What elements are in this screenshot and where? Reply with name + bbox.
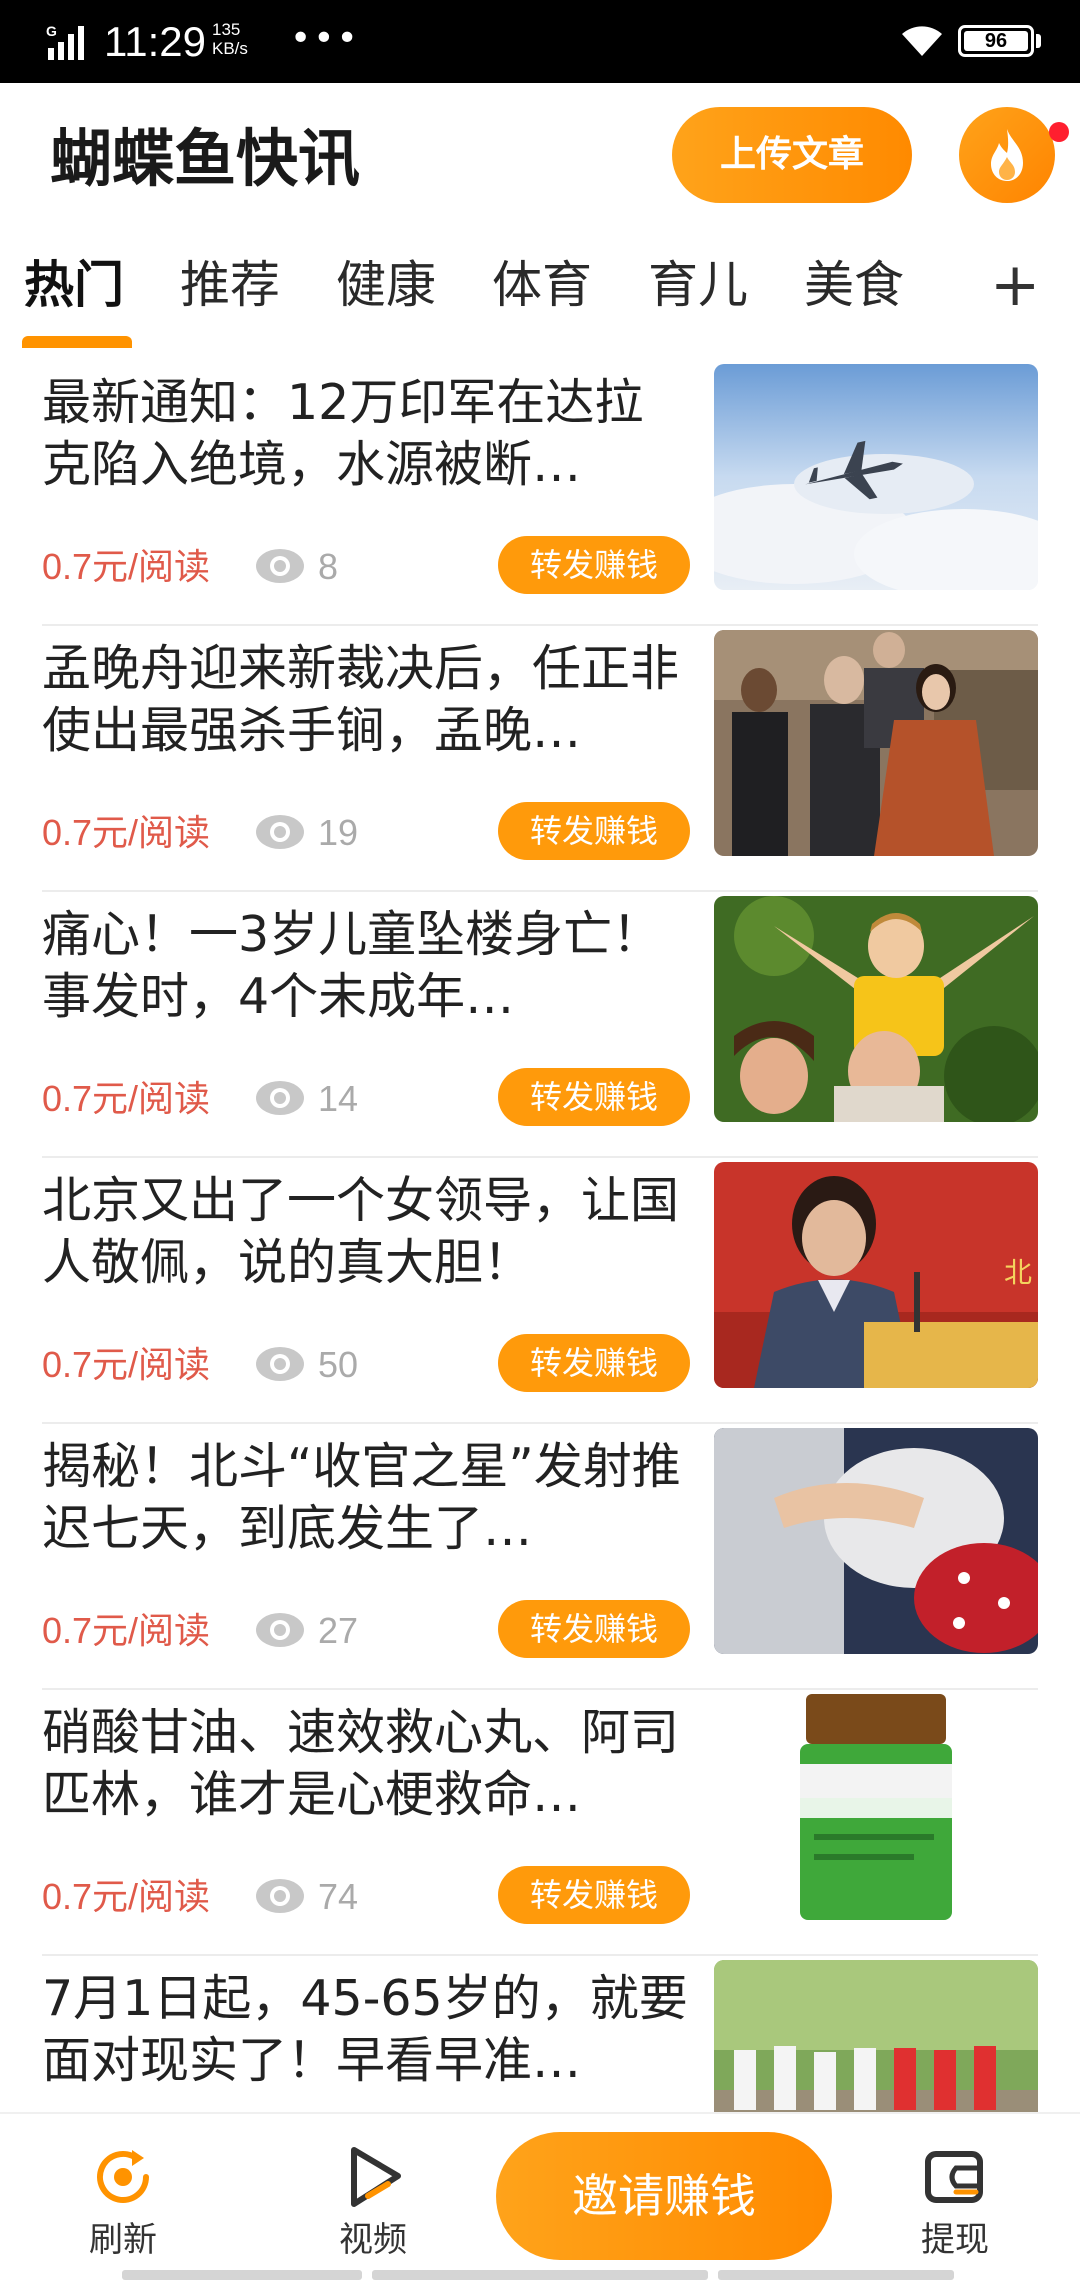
news-item[interactable]: 北京又出了一个女领导，让国人敬佩，说的真大胆！ 0.7元/阅读 50 转发赚钱 … [0, 1160, 1080, 1426]
view-count: 8 [318, 546, 339, 587]
news-feed[interactable]: 最新通知：12万印军在达拉克陷入绝境，水源被断… 0.7元/阅读 8 转发赚钱 [0, 352, 1080, 2112]
news-item[interactable]: 孟晚舟迎来新裁决后，任正非使出最强杀手锏，孟晚… 0.7元/阅读 19 转发赚钱 [0, 628, 1080, 894]
tab-food[interactable]: 美食 [804, 250, 904, 320]
item-divider [42, 1156, 1038, 1158]
news-item[interactable]: 7月1日起，45-65岁的，就要面对现实了！早看早准… [0, 1958, 1080, 2112]
active-tab-indicator [22, 336, 132, 348]
app-title: 蝴蝶鱼快讯 [50, 122, 361, 195]
view-count: 74 [318, 1876, 359, 1917]
battery-level: 96 [984, 30, 1008, 52]
reward-price: 0.7元/阅读 [42, 812, 211, 853]
status-bar: G 11:29 135 KB/s ••• 96 [0, 0, 1080, 83]
news-thumbnail[interactable] [714, 1694, 1038, 1920]
news-title[interactable]: 最新通知：12万印军在达拉克陷入绝境，水源被断… [42, 372, 692, 496]
tab-health[interactable]: 健康 [336, 250, 436, 320]
signal-icon: G [46, 23, 84, 60]
battery-icon: 96 [958, 25, 1034, 57]
tab-parenting[interactable]: 育儿 [648, 250, 748, 320]
invite-earn-button[interactable]: 邀请赚钱 [496, 2132, 832, 2260]
news-thumbnail[interactable] [714, 1428, 1038, 1654]
home-indicator-segment [718, 2270, 954, 2280]
share-earn-button[interactable]: 转发赚钱 [498, 536, 690, 594]
tab-recommend[interactable]: 推荐 [180, 250, 280, 320]
reward-price: 0.7元/阅读 [42, 1876, 211, 1917]
news-title[interactable]: 揭秘！北斗“收官之星”发射推迟七天，到底发生了… [42, 1436, 692, 1560]
clock: 11:29 [104, 18, 206, 65]
news-thumbnail[interactable]: 北 [714, 1162, 1038, 1388]
app-header: 蝴蝶鱼快讯 上传文章 [0, 83, 1080, 233]
home-indicator-segment [122, 2270, 362, 2280]
refresh-icon [97, 2150, 149, 2203]
nav-video-label: 视频 [339, 2220, 407, 2260]
news-item[interactable]: 揭秘！北斗“收官之星”发射推迟七天，到底发生了… 0.7元/阅读 27 转发赚钱 [0, 1426, 1080, 1692]
category-tabs: 热门 推荐 健康 体育 育儿 美食 + [0, 240, 1080, 352]
eye-icon [256, 549, 304, 583]
news-title[interactable]: 北京又出了一个女领导，让国人敬佩，说的真大胆！ [42, 1170, 692, 1294]
item-divider [42, 890, 1038, 892]
svg-text:G: G [46, 23, 57, 39]
view-count: 14 [318, 1078, 359, 1119]
nav-withdraw-label: 提现 [921, 2220, 989, 2260]
notification-dot [1049, 122, 1069, 142]
play-icon [351, 2147, 401, 2207]
news-thumbnail[interactable] [714, 1960, 1038, 2112]
hot-button[interactable] [959, 107, 1055, 203]
nav-video[interactable]: 视频 [308, 2132, 438, 2272]
network-speed: 135 KB/s [212, 20, 248, 58]
news-thumbnail[interactable] [714, 630, 1038, 856]
battery-cap [1036, 34, 1041, 48]
eye-icon [256, 1613, 304, 1647]
view-count: 19 [318, 812, 359, 853]
tab-sports[interactable]: 体育 [492, 250, 592, 320]
item-divider [42, 624, 1038, 626]
eye-icon [256, 815, 304, 849]
item-divider [42, 1688, 1038, 1690]
tab-hot[interactable]: 热门 [24, 250, 124, 320]
share-earn-button[interactable]: 转发赚钱 [498, 1068, 690, 1126]
share-earn-button[interactable]: 转发赚钱 [498, 802, 690, 860]
news-item[interactable]: 最新通知：12万印军在达拉克陷入绝境，水源被断… 0.7元/阅读 8 转发赚钱 [0, 362, 1080, 628]
view-count: 27 [318, 1610, 359, 1651]
share-earn-button[interactable]: 转发赚钱 [498, 1866, 690, 1924]
reward-price: 0.7元/阅读 [42, 1610, 211, 1651]
news-title[interactable]: 痛心！一3岁儿童坠楼身亡！事发时，4个未成年… [42, 904, 692, 1028]
upload-article-button[interactable]: 上传文章 [672, 107, 912, 203]
wifi-icon [902, 26, 942, 56]
news-thumbnail[interactable] [714, 896, 1038, 1122]
item-divider [42, 1422, 1038, 1424]
svg-text:北: 北 [1004, 1256, 1032, 1289]
bottom-navigation: 刷新 视频 邀请赚钱 提现 [0, 2112, 1080, 2280]
news-title[interactable]: 孟晚舟迎来新裁决后，任正非使出最强杀手锏，孟晚… [42, 638, 692, 762]
share-earn-button[interactable]: 转发赚钱 [498, 1600, 690, 1658]
reward-price: 0.7元/阅读 [42, 1344, 211, 1385]
nav-refresh-label: 刷新 [89, 2220, 157, 2260]
eye-icon [256, 1081, 304, 1115]
reward-price: 0.7元/阅读 [42, 546, 211, 587]
home-indicator-segment [372, 2270, 708, 2280]
eye-icon [256, 1879, 304, 1913]
news-item[interactable]: 硝酸甘油、速效救心丸、阿司匹林，谁才是心梗救命… 0.7元/阅读 74 转发赚钱 [0, 1692, 1080, 1958]
item-divider [42, 1954, 1038, 1956]
news-item[interactable]: 痛心！一3岁儿童坠楼身亡！事发时，4个未成年… 0.7元/阅读 14 转发赚钱 [0, 894, 1080, 1160]
reward-price: 0.7元/阅读 [42, 1078, 211, 1119]
news-title[interactable]: 7月1日起，45-65岁的，就要面对现实了！早看早准… [42, 1968, 692, 2092]
nav-withdraw[interactable]: 提现 [890, 2132, 1020, 2272]
wallet-icon [925, 2151, 983, 2203]
news-title[interactable]: 硝酸甘油、速效救心丸、阿司匹林，谁才是心梗救命… [42, 1702, 692, 1826]
more-icon: ••• [290, 18, 360, 59]
nav-refresh[interactable]: 刷新 [58, 2132, 188, 2272]
share-earn-button[interactable]: 转发赚钱 [498, 1334, 690, 1392]
add-tab-icon[interactable]: + [990, 250, 1040, 320]
flame-icon [991, 129, 1023, 181]
news-thumbnail[interactable] [714, 364, 1038, 590]
eye-icon [256, 1347, 304, 1381]
view-count: 50 [318, 1344, 359, 1385]
